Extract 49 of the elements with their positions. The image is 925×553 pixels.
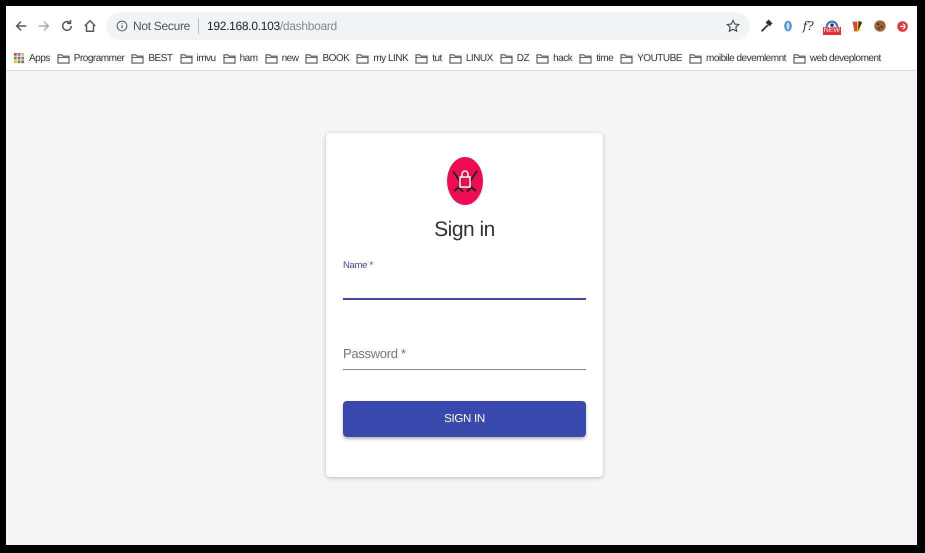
lock-avatar-icon <box>446 157 482 205</box>
sign-in-title: Sign in <box>434 218 495 242</box>
url-path: /dashboard <box>280 19 337 33</box>
folder-icon <box>448 52 462 64</box>
home-icon[interactable] <box>83 19 97 33</box>
bookmark-item[interactable]: time <box>579 52 614 64</box>
folder-icon <box>620 52 634 64</box>
star-icon[interactable] <box>726 19 740 33</box>
bookmark-item[interactable]: web deveploment <box>792 52 881 64</box>
folder-icon <box>56 52 70 64</box>
bookmark-item[interactable]: hack <box>536 52 572 64</box>
folder-icon <box>688 52 702 64</box>
security-label: Not Secure <box>133 19 190 33</box>
sign-in-button[interactable]: SIGN IN <box>343 401 586 437</box>
password-field[interactable]: Password * <box>343 330 586 370</box>
bookmark-item[interactable]: tut <box>415 52 442 64</box>
bookmark-item[interactable]: YOUTUBE <box>620 52 682 64</box>
bookmark-item[interactable]: Apps <box>14 52 50 64</box>
bookmark-item[interactable]: moibile devemlemnt <box>688 52 786 64</box>
info-icon[interactable] <box>116 20 128 32</box>
folder-icon <box>356 52 370 64</box>
folder-icon <box>180 52 192 64</box>
folder-icon <box>305 52 318 64</box>
bookmark-item[interactable]: my LINK <box>356 52 408 64</box>
folder-icon <box>415 52 428 64</box>
name-field[interactable]: Name * <box>343 260 586 300</box>
folder-icon <box>500 52 513 64</box>
reload-icon[interactable] <box>60 19 74 33</box>
apps-grid-icon <box>14 52 25 64</box>
bookmark-item[interactable]: BOOK <box>305 52 350 64</box>
extension-icon[interactable]: f? <box>802 19 814 33</box>
folder-icon <box>222 52 236 64</box>
bookmark-item[interactable]: BEST <box>131 52 172 64</box>
cookie-icon[interactable] <box>873 19 887 33</box>
folder-icon <box>131 52 144 64</box>
bookmark-item[interactable]: new <box>264 52 298 64</box>
address-bar[interactable]: Not Secure 192.168.0.103/dashboard <box>106 12 750 40</box>
folder-icon <box>536 52 550 64</box>
bookmark-item[interactable]: DZ <box>500 52 530 64</box>
folder-icon <box>579 52 592 64</box>
bookmark-item[interactable]: ham <box>222 52 258 64</box>
extension-icon[interactable] <box>850 19 864 33</box>
bookmark-item[interactable]: imvu <box>180 52 216 64</box>
bookmark-item[interactable]: LINUX <box>448 52 493 64</box>
back-icon[interactable] <box>14 19 28 33</box>
url-host: 192.168.0.103 <box>207 19 280 33</box>
bookmark-item[interactable]: Programmer <box>56 52 124 64</box>
folder-icon <box>792 52 806 64</box>
folder-icon <box>264 52 278 64</box>
